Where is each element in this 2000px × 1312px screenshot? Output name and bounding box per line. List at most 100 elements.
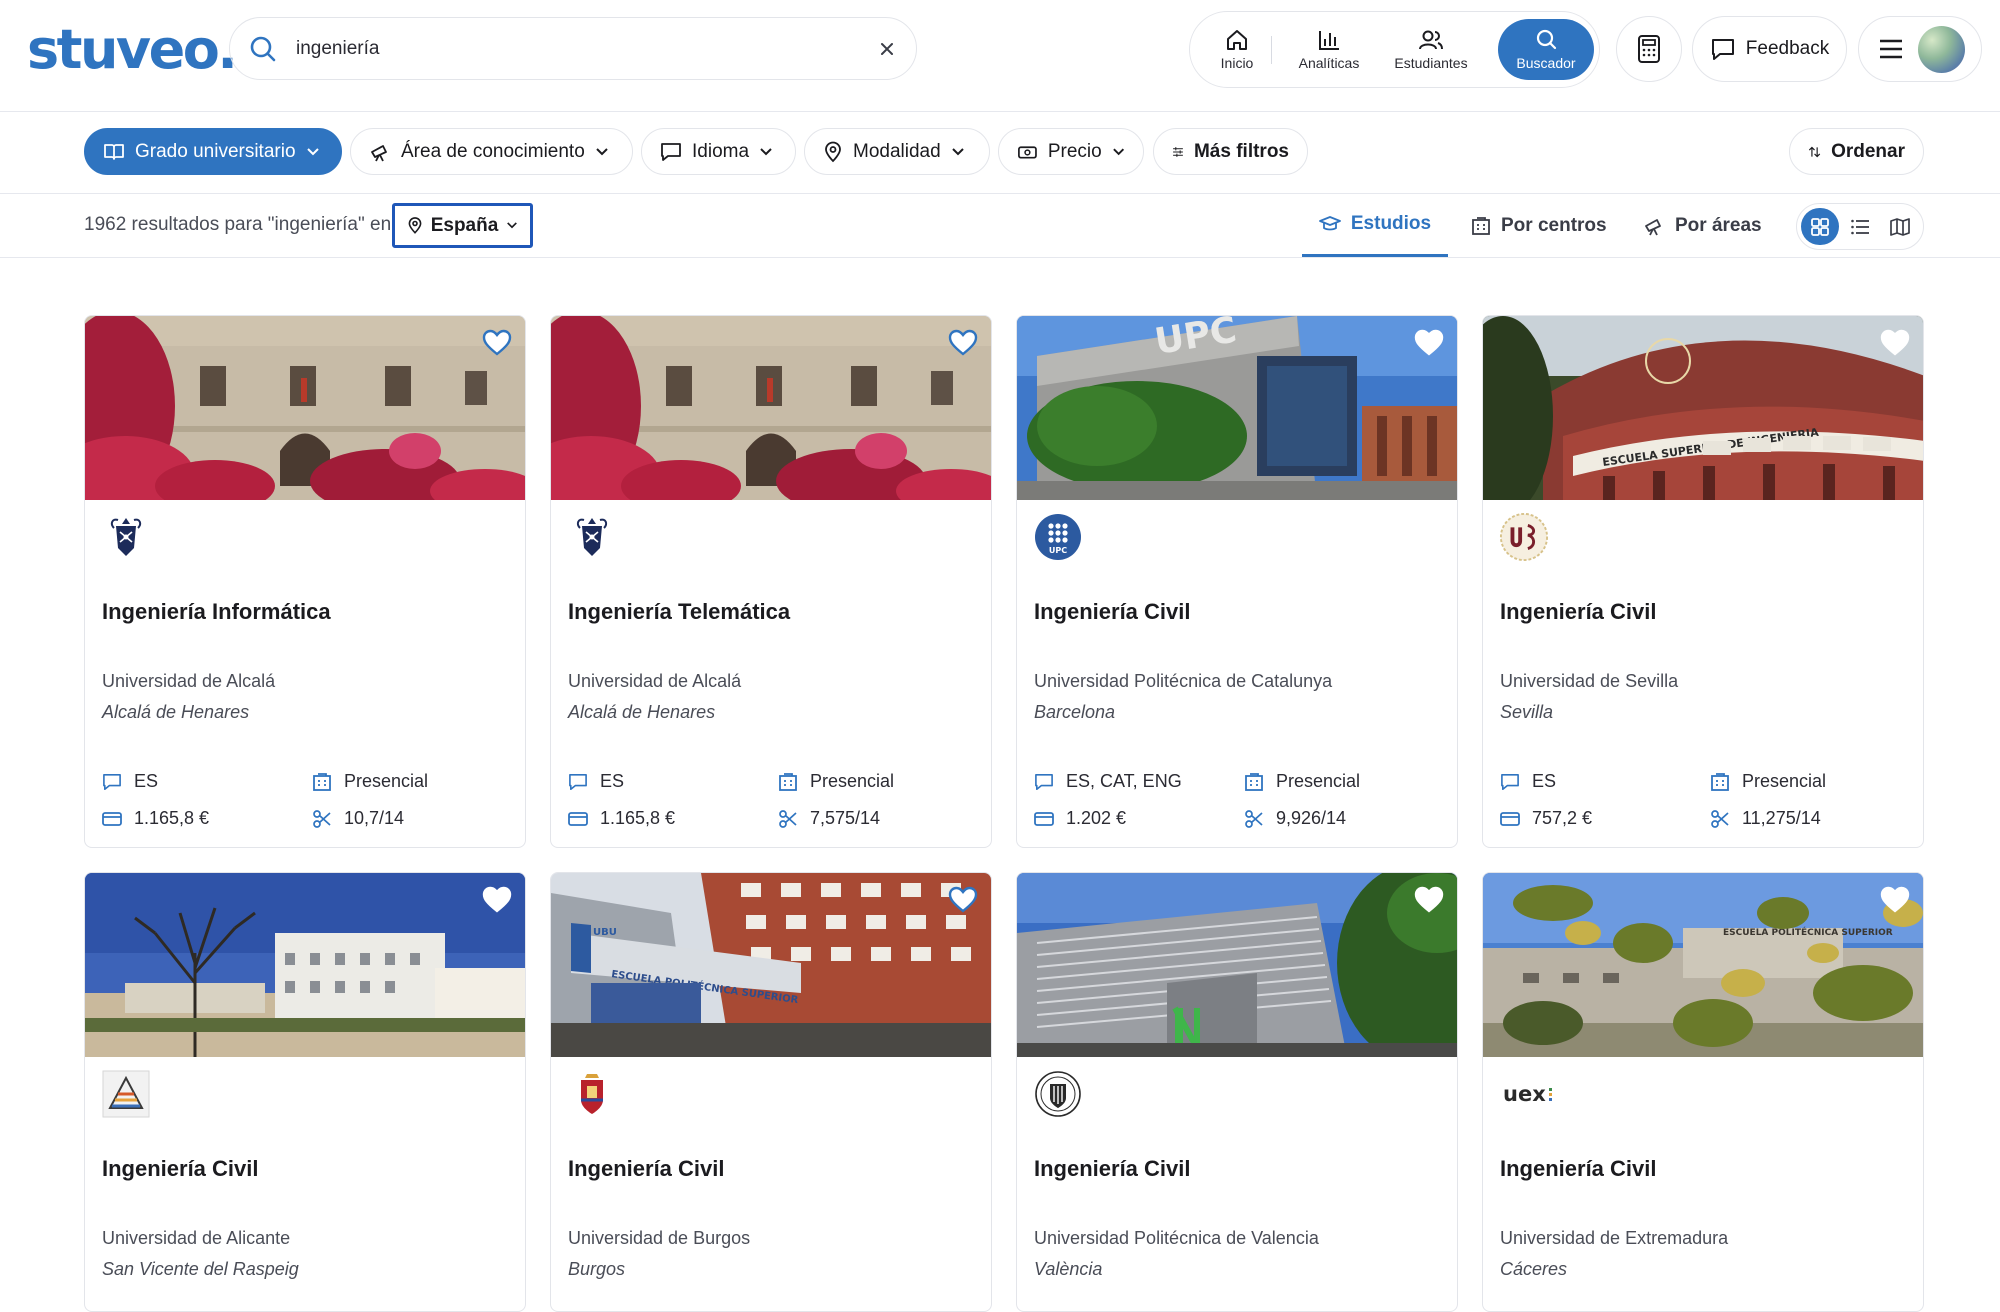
list-view-button[interactable] — [1841, 208, 1879, 245]
uah-crest-icon — [110, 518, 142, 556]
uex-logo-icon: uex — [1503, 1082, 1552, 1106]
building-icon — [1245, 772, 1263, 791]
map-icon — [1890, 217, 1910, 236]
favorite-button[interactable] — [945, 881, 981, 917]
location-select[interactable]: España — [392, 203, 533, 248]
card-modality-value: Presencial — [344, 771, 429, 791]
favorite-button[interactable] — [479, 881, 515, 917]
card-languages: ES — [1500, 771, 1556, 792]
favorite-button[interactable] — [1877, 324, 1913, 360]
university-logo: UPC — [1033, 512, 1083, 562]
card-city: Cáceres — [1500, 1259, 1568, 1279]
university-logo — [1499, 512, 1549, 562]
clear-search-button[interactable] — [872, 34, 902, 64]
nav-buscador[interactable]: Buscador — [1498, 19, 1594, 80]
card-university: Universidad de Sevilla — [1500, 671, 1679, 691]
study-card[interactable]: ESCUELA POLITÉCNICA SUPERIOR UBU Ingenie… — [550, 872, 992, 1312]
card-city: Burgos — [568, 1259, 626, 1279]
card-university: Universidad de Alcalá — [102, 671, 276, 691]
filter-precio[interactable]: Precio — [998, 128, 1144, 175]
tab-por-centros-label: Por centros — [1501, 214, 1607, 236]
tab-estudios[interactable]: Estudios — [1302, 194, 1448, 257]
card-title: Ingeniería Civil — [1500, 1156, 1657, 1181]
heart-icon — [1880, 329, 1910, 356]
nav-estudiantes[interactable]: Estudiantes — [1386, 19, 1476, 80]
message-icon — [1711, 39, 1734, 60]
book-icon — [104, 143, 124, 160]
message-icon — [1501, 773, 1519, 790]
credit-card-icon — [568, 811, 588, 826]
card-languages: ES, CAT, ENG — [1034, 771, 1182, 792]
heart-icon — [1414, 886, 1444, 913]
stuveo-logo[interactable]: stuveo. — [27, 18, 238, 81]
map-view-button[interactable] — [1881, 208, 1919, 245]
tab-estudios-label: Estudios — [1350, 213, 1432, 234]
favorite-button[interactable] — [479, 324, 515, 360]
nav-analiticas[interactable]: Analíticas — [1290, 19, 1368, 80]
card-city: Barcelona — [1034, 702, 1116, 722]
search-input[interactable] — [296, 32, 836, 66]
filter-grado-label: Grado universitario — [135, 140, 296, 162]
ordenar-button[interactable]: Ordenar — [1789, 128, 1924, 175]
user-menu-button[interactable] — [1858, 16, 1982, 82]
study-card[interactable]: ESCUELA POLITÉCNICA SUPERIOR uex Ingenie… — [1482, 872, 1924, 1312]
favorite-button[interactable] — [1411, 324, 1447, 360]
feedback-label: Feedback — [1745, 38, 1830, 59]
campus-photo: UPC — [1017, 316, 1457, 500]
study-card[interactable]: ESCUELA SUPERIOR DE INGENIERIA Ingenierí… — [1482, 315, 1924, 848]
location-label: España — [430, 214, 499, 236]
nav-inicio[interactable]: Inicio — [1208, 19, 1266, 80]
users-icon — [1419, 30, 1443, 50]
card-city: Alcalá de Henares — [102, 702, 250, 722]
card-price-value: 757,2 € — [1532, 808, 1593, 828]
card-title: Ingeniería Civil — [1034, 599, 1191, 624]
card-languages-value: ES — [134, 771, 159, 791]
tab-por-centros[interactable]: Por centros — [1471, 194, 1607, 257]
favorite-button[interactable] — [1877, 881, 1913, 917]
upv-seal-icon — [1035, 1071, 1081, 1117]
university-logo — [101, 1069, 151, 1119]
card-city: València — [1034, 1259, 1103, 1279]
telescope-icon — [371, 144, 387, 161]
study-card[interactable]: UPC UPC Ingeniería Civil Universidad Pol… — [1016, 315, 1458, 848]
study-card[interactable]: Ingeniería Civil Universidad Politécnica… — [1016, 872, 1458, 1312]
nav-analiticas-label: Analíticas — [1298, 55, 1360, 71]
graduation-cap-icon — [1318, 216, 1341, 231]
bar-chart-icon — [1319, 31, 1339, 50]
filter-idioma[interactable]: Idioma — [641, 128, 796, 175]
feedback-button[interactable]: Feedback — [1692, 16, 1847, 82]
study-card[interactable]: Ingeniería Informática Universidad de Al… — [84, 315, 526, 848]
nav-estudiantes-label: Estudiantes — [1394, 55, 1468, 71]
campus-photo: ESCUELA POLITÉCNICA SUPERIOR UBU — [551, 873, 991, 1057]
filter-grado-universitario[interactable]: Grado universitario — [84, 128, 342, 175]
grid-view-button[interactable] — [1801, 208, 1839, 245]
credit-card-icon — [102, 811, 122, 826]
chevron-down-icon — [760, 147, 772, 155]
filter-area-conocimiento[interactable]: Área de conocimiento — [350, 128, 633, 175]
filter-modalidad[interactable]: Modalidad — [804, 128, 990, 175]
card-price-value: 1.165,8 € — [600, 808, 676, 828]
nav-buscador-label: Buscador — [1516, 55, 1576, 71]
favorite-button[interactable] — [1411, 881, 1447, 917]
burgos-ubu-sign: UBU — [593, 927, 617, 938]
tab-por-areas[interactable]: Por áreas — [1643, 194, 1762, 257]
mas-filtros-button[interactable]: Más filtros — [1153, 128, 1308, 175]
card-cutoff-grade-value: 10,7/14 — [344, 808, 405, 828]
scissors-icon — [1245, 809, 1263, 828]
upc-logo-icon: UPC — [1035, 514, 1081, 560]
card-cutoff-grade-value: 9,926/14 — [1276, 808, 1347, 828]
tab-por-areas-label: Por áreas — [1675, 214, 1762, 236]
results-count: 1962 resultados para "ingeniería" en — [84, 214, 392, 235]
study-card[interactable]: Ingeniería Civil Universidad de Alicante… — [84, 872, 526, 1312]
card-modality: Presencial — [1244, 771, 1360, 792]
card-languages: ES — [568, 771, 624, 792]
nav-inicio-label: Inicio — [1220, 55, 1254, 71]
filter-area-label: Área de conocimiento — [401, 140, 585, 162]
study-card[interactable]: Ingeniería Telemática Universidad de Alc… — [550, 315, 992, 848]
message-icon — [661, 142, 681, 161]
card-title: Ingeniería Civil — [1500, 599, 1657, 624]
search-icon — [250, 36, 276, 62]
calculator-button[interactable] — [1616, 16, 1682, 82]
campus-photo: ESCUELA SUPERIOR DE INGENIERIA — [1483, 316, 1923, 500]
favorite-button[interactable] — [945, 324, 981, 360]
